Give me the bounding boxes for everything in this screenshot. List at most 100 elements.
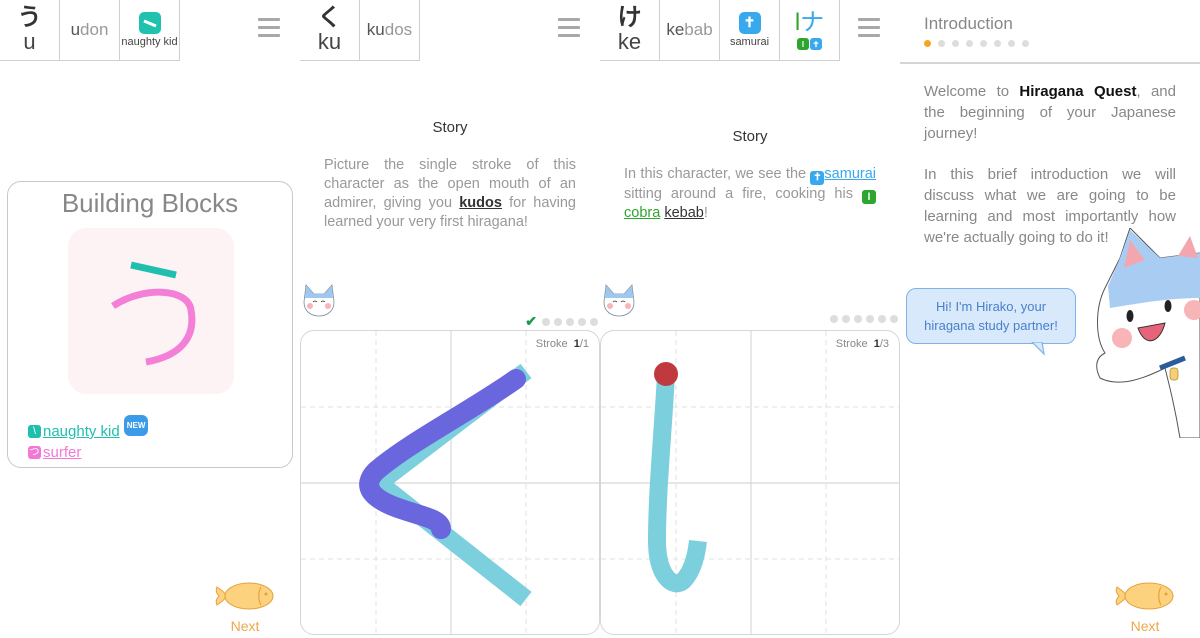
cobra-icon: l	[797, 38, 809, 50]
cobra-icon: l	[862, 190, 876, 204]
keyword-cell[interactable]: udon	[60, 0, 120, 60]
keyword-cell[interactable]: kudos	[360, 0, 420, 60]
user-stroke	[359, 369, 526, 539]
mnemonic-label: naughty kid	[121, 35, 178, 48]
hirako-cat-head-icon	[300, 282, 338, 318]
component-surfer[interactable]: つ surfer	[28, 442, 148, 463]
page-dot[interactable]	[938, 40, 945, 47]
samurai-icon: ✝	[810, 38, 822, 50]
page-dot[interactable]	[966, 40, 973, 47]
next-label: Next	[1130, 618, 1160, 634]
progress-dot	[842, 315, 850, 323]
progress-dot	[866, 315, 874, 323]
naughty-kid-icon	[138, 11, 161, 34]
building-blocks-card: Building Blocks \ naughty kid NEW つ surf…	[7, 181, 293, 468]
kana-glyph: け	[617, 4, 642, 31]
page-dot[interactable]	[994, 40, 1001, 47]
stroke-label: Stroke	[835, 338, 868, 350]
intro-paragraph-1: Welcome to Hiragana Quest, and the begin…	[924, 81, 1176, 144]
component-list: \ naughty kid NEW つ surfer	[28, 415, 149, 463]
progress-dots: ✔	[525, 313, 598, 330]
kana-glyph: う	[17, 4, 42, 31]
component-link[interactable]: naughty kid	[43, 421, 120, 442]
stroke-practice-canvas[interactable]: Stroke 1/3	[600, 330, 900, 635]
hamburger-menu-icon[interactable]	[258, 18, 280, 40]
composite-icons: l ✝	[797, 38, 822, 50]
kana-cell[interactable]: う u	[0, 0, 60, 60]
keyword-highlight: ke	[666, 20, 685, 39]
page-dot-active[interactable]	[924, 40, 931, 47]
panel-introduction: Introduction Welcome to Hiragana Quest, …	[900, 0, 1200, 638]
hamburger-menu-icon[interactable]	[558, 18, 580, 40]
samurai-icon: ✝	[810, 170, 825, 185]
mnemonic-cell[interactable]: naughty kid	[120, 0, 180, 60]
kana-cell[interactable]: け ke	[600, 0, 660, 60]
kana-cell[interactable]: く ku	[300, 0, 360, 60]
stroke-practice-canvas[interactable]: Stroke 1/1	[300, 330, 600, 635]
next-label: Next	[230, 618, 260, 634]
bubble-line: hiragana study partner!	[924, 318, 1058, 333]
next-button[interactable]: Next	[213, 579, 277, 634]
stroke-start-point	[654, 362, 678, 386]
story-text-part: sitting around a fire, cooking his	[624, 185, 862, 202]
card-title: Building Blocks	[61, 188, 239, 218]
checkmark-icon: ✔	[525, 313, 537, 329]
character-header: け ke kebab ✝ samurai lナ l ✝	[600, 0, 840, 61]
new-badge: NEW	[123, 415, 149, 436]
romaji: u	[23, 29, 36, 54]
mnemonic-cell[interactable]: ✝ samurai	[720, 0, 780, 60]
panel-ku-story: く ku kudos Story Picture the single stro…	[300, 0, 600, 638]
header-divider	[900, 62, 1200, 64]
story-keyword-kudos[interactable]: kudos	[459, 195, 502, 211]
page-indicator	[924, 40, 1029, 47]
component-naughty-kid[interactable]: \ naughty kid NEW	[28, 415, 149, 442]
surfer-icon: つ	[28, 446, 41, 459]
story-text: In this character, we see the ✝ samurai s…	[624, 165, 876, 223]
progress-dot	[566, 317, 574, 326]
next-button[interactable]: Next	[1113, 579, 1177, 634]
romaji: ke	[617, 29, 642, 54]
stroke-surfer	[111, 288, 196, 366]
hirako-cat-mascot	[1096, 228, 1200, 438]
component-link[interactable]: surfer	[43, 442, 81, 463]
story-title: Story	[732, 128, 768, 145]
progress-dot	[578, 317, 586, 326]
guide-stroke	[364, 363, 532, 607]
character-header: く ku kudos	[300, 0, 420, 61]
story-text-part: !	[703, 205, 708, 221]
page-title: Introduction	[924, 14, 1013, 33]
progress-dot	[830, 315, 838, 323]
story-keyword-kebab[interactable]: kebab	[664, 205, 704, 221]
story-keyword-cobra[interactable]: cobra	[624, 205, 660, 221]
keyword-rest: don	[80, 20, 109, 39]
page-dot[interactable]	[1022, 40, 1029, 47]
bubble-line: Hi! I'm Hirako, your	[935, 299, 1047, 314]
story-text-part: In this character, we see the	[624, 166, 811, 182]
stroke-naughty-kid	[130, 261, 177, 279]
bubble-tail	[1031, 342, 1045, 356]
keyword-cell[interactable]: kebab	[660, 0, 720, 60]
progress-dot	[854, 315, 862, 323]
progress-dot	[878, 315, 886, 323]
hamburger-menu-icon[interactable]	[858, 18, 880, 40]
progress-dot	[890, 315, 898, 323]
composition-cell[interactable]: lナ l ✝	[780, 0, 840, 60]
stroke-label: Stroke	[535, 338, 568, 350]
keyword-rest: dos	[384, 20, 413, 39]
progress-dot	[554, 317, 562, 326]
naughty-kid-icon: \	[28, 425, 41, 438]
app-name: Hiragana Quest	[1019, 83, 1137, 100]
page-dot[interactable]	[1008, 40, 1015, 47]
kana-composition-image	[68, 228, 234, 394]
progress-dot	[542, 317, 550, 326]
keyword-highlight: u	[70, 20, 81, 39]
page-dot[interactable]	[980, 40, 987, 47]
story-keyword-samurai[interactable]: samurai	[824, 166, 876, 182]
composite-right: ナ	[800, 9, 825, 36]
hirako-cat-head-icon	[600, 282, 638, 318]
panel-building-blocks: う u udon naughty kid Building Blocks \ n…	[0, 0, 300, 638]
story-text: Picture the single stroke of this charac…	[324, 156, 576, 232]
romaji: ku	[317, 29, 342, 54]
page-dot[interactable]	[952, 40, 959, 47]
progress-dot	[590, 317, 598, 326]
